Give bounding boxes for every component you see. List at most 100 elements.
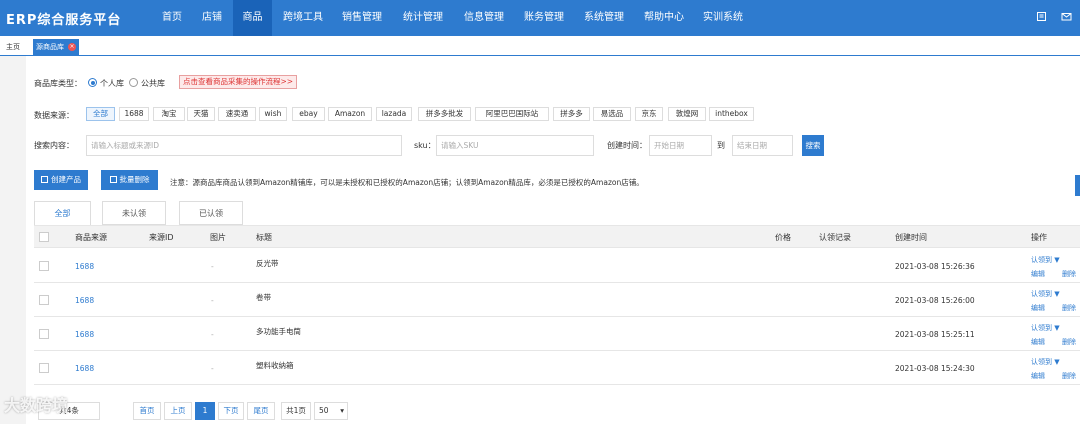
- nav-system[interactable]: 系统管理: [578, 0, 630, 36]
- filter-tab-all[interactable]: 全部: [34, 201, 91, 226]
- brand-logo[interactable]: ERP综合服务平台: [6, 9, 121, 28]
- row-image: -: [211, 262, 214, 271]
- row-image: -: [211, 296, 214, 305]
- start-date-input[interactable]: 开始日期: [649, 135, 712, 156]
- nav-accounts[interactable]: 账务管理: [518, 0, 570, 36]
- claim-dropdown[interactable]: 认领到 ▼: [1031, 255, 1060, 265]
- nav-sales[interactable]: 销售管理: [336, 0, 388, 36]
- nav-info[interactable]: 信息管理: [458, 0, 510, 36]
- edit-link[interactable]: 编辑: [1031, 303, 1045, 313]
- source-taobao[interactable]: 淘宝: [153, 107, 185, 121]
- claim-dropdown[interactable]: 认领到 ▼: [1031, 289, 1060, 299]
- pagination-prev[interactable]: 上页: [164, 402, 192, 420]
- row-created: 2021-03-08 15:24:30: [895, 364, 975, 373]
- nav-home[interactable]: 首页: [153, 0, 191, 36]
- row-title: 多功能手电筒: [256, 327, 301, 336]
- close-icon[interactable]: ×: [68, 43, 76, 51]
- row-source[interactable]: 1688: [75, 330, 94, 339]
- notice-text: 注意：源商品库商品认领到Amazon精铺库，可以是未授权和已授权的Amazon店…: [170, 178, 644, 187]
- side-float-button[interactable]: [1075, 175, 1080, 196]
- edit-link[interactable]: 编辑: [1031, 337, 1045, 347]
- delete-link[interactable]: 删除: [1062, 303, 1076, 313]
- source-inthebox[interactable]: inthebox: [709, 107, 754, 121]
- edit-link[interactable]: 编辑: [1031, 371, 1045, 381]
- search-content-label: 搜索内容：: [34, 141, 74, 150]
- row-image: -: [211, 330, 214, 339]
- source-jd[interactable]: 京东: [635, 107, 663, 121]
- nav-help[interactable]: 帮助中心: [638, 0, 690, 36]
- source-pdd-wholesale[interactable]: 拼多多批发: [418, 107, 471, 121]
- col-image: 图片: [210, 233, 226, 242]
- personal-library-label[interactable]: 个人库: [100, 78, 124, 89]
- row-created: 2021-03-08 15:26:00: [895, 296, 975, 305]
- create-product-label: 创建产品: [51, 175, 81, 184]
- row-checkbox[interactable]: [39, 363, 49, 373]
- row-source[interactable]: 1688: [75, 364, 94, 373]
- row-title: 塑料收纳箱: [256, 361, 294, 370]
- select-all-checkbox[interactable]: [39, 232, 49, 242]
- claim-dropdown[interactable]: 认领到 ▼: [1031, 357, 1060, 367]
- row-created: 2021-03-08 15:25:11: [895, 330, 975, 339]
- row-checkbox[interactable]: [39, 295, 49, 305]
- search-input[interactable]: 请输入标题或来源ID: [86, 135, 402, 156]
- row-title: 反光带: [256, 259, 279, 268]
- nav-store[interactable]: 店铺: [193, 0, 231, 36]
- source-ebay[interactable]: ebay: [292, 107, 325, 121]
- radio-personal-library[interactable]: [88, 78, 97, 87]
- tab-source-label: 源商品库: [36, 43, 64, 51]
- top-nav-bar: ERP综合服务平台 首页 店铺 商品 跨境工具 销售管理 统计管理 信息管理 账…: [0, 0, 1080, 36]
- pagination-first[interactable]: 首页: [133, 402, 161, 420]
- search-button[interactable]: 搜索: [802, 135, 824, 156]
- source-wish[interactable]: wish: [259, 107, 287, 121]
- tab-source-products[interactable]: 源商品库 ×: [33, 39, 79, 55]
- source-amazon[interactable]: Amazon: [328, 107, 372, 121]
- pagination-last[interactable]: 尾页: [247, 402, 275, 420]
- date-range-to: 到: [717, 141, 725, 150]
- pagination-page-count: 共1页: [281, 402, 311, 420]
- source-yixuanpin[interactable]: 易选品: [593, 107, 631, 121]
- row-source[interactable]: 1688: [75, 296, 94, 305]
- chevron-down-icon: ▾: [340, 406, 344, 415]
- col-source-id: 来源ID: [149, 233, 174, 242]
- col-title: 标题: [256, 233, 272, 242]
- source-1688[interactable]: 1688: [119, 107, 149, 121]
- delete-link[interactable]: 删除: [1062, 269, 1076, 279]
- delete-link[interactable]: 删除: [1062, 371, 1076, 381]
- mail-icon[interactable]: [1061, 11, 1072, 22]
- nav-products[interactable]: 商品: [233, 0, 272, 36]
- source-dhgate[interactable]: 敦煌网: [668, 107, 706, 121]
- source-alibaba-intl[interactable]: 阿里巴巴国际站: [475, 107, 549, 121]
- source-all[interactable]: 全部: [86, 107, 115, 121]
- batch-delete-button[interactable]: 批量删除: [101, 170, 158, 190]
- row-checkbox[interactable]: [39, 329, 49, 339]
- pagination-next[interactable]: 下页: [218, 402, 244, 420]
- row-source[interactable]: 1688: [75, 262, 94, 271]
- tab-home[interactable]: 主页: [3, 39, 23, 55]
- source-lazada[interactable]: lazada: [376, 107, 412, 121]
- edit-link[interactable]: 编辑: [1031, 269, 1045, 279]
- operation-flow-link[interactable]: 点击查看商品采集的操作流程>>: [179, 75, 298, 89]
- filter-tab-unclaimed[interactable]: 未认领: [102, 201, 166, 225]
- nav-statistics[interactable]: 统计管理: [397, 0, 449, 36]
- claim-dropdown[interactable]: 认领到 ▼: [1031, 323, 1060, 333]
- filter-tab-claimed[interactable]: 已认领: [179, 201, 243, 225]
- book-icon[interactable]: [1036, 11, 1047, 22]
- source-aliexpress[interactable]: 速卖通: [218, 107, 256, 121]
- nav-cross-border-tools[interactable]: 跨境工具: [277, 0, 329, 36]
- pagination-current-page[interactable]: 1: [195, 402, 215, 420]
- page-size-select[interactable]: 50 ▾: [314, 402, 348, 420]
- source-pdd[interactable]: 拼多多: [553, 107, 590, 121]
- end-date-input[interactable]: 结束日期: [732, 135, 793, 156]
- delete-link[interactable]: 删除: [1062, 337, 1076, 347]
- batch-delete-label: 批量删除: [119, 175, 150, 184]
- public-library-label[interactable]: 公共库: [141, 78, 165, 89]
- row-checkbox[interactable]: [39, 261, 49, 271]
- watermark-logo: 大数跨境: [4, 396, 69, 415]
- row-image: -: [211, 364, 214, 373]
- radio-public-library[interactable]: [129, 78, 138, 87]
- left-gutter: [0, 56, 26, 424]
- sku-input[interactable]: 请输入SKU: [436, 135, 594, 156]
- nav-training[interactable]: 实训系统: [697, 0, 749, 36]
- create-product-button[interactable]: 创建产品: [34, 170, 88, 190]
- source-tmall[interactable]: 天猫: [187, 107, 215, 121]
